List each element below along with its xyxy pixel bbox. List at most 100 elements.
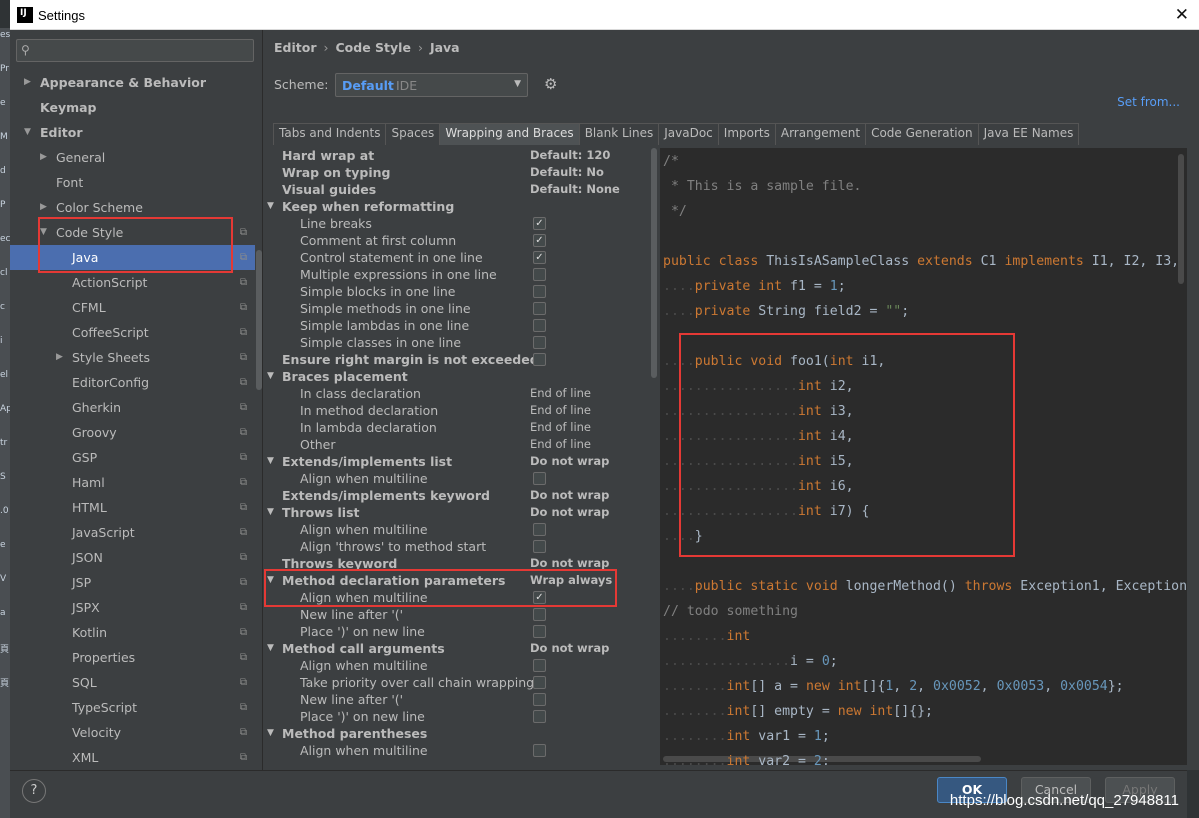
collapse-icon[interactable]: ▼ <box>267 368 274 385</box>
option-checkbox[interactable] <box>533 676 546 689</box>
option-row[interactable]: Simple classes in one line <box>263 334 646 351</box>
option-checkbox[interactable]: ✓ <box>533 217 546 230</box>
option-row[interactable]: In class declaration End of line <box>263 385 646 402</box>
option-row[interactable]: New line after '(' <box>263 606 646 623</box>
option-checkbox[interactable] <box>533 608 546 621</box>
tree-item-sql[interactable]: SQL ⧉ <box>10 670 255 695</box>
option-checkbox[interactable] <box>533 302 546 315</box>
option-row[interactable]: Simple methods in one line <box>263 300 646 317</box>
tab-imports[interactable]: Imports <box>717 123 776 145</box>
tab-java-ee-names[interactable]: Java EE Names <box>977 123 1080 145</box>
collapse-icon[interactable]: ▼ <box>267 504 274 521</box>
tree-item-haml[interactable]: Haml ⧉ <box>10 470 255 495</box>
option-row[interactable]: Multiple expressions in one line <box>263 266 646 283</box>
option-row[interactable]: Place ')' on new line <box>263 623 646 640</box>
option-checkbox[interactable] <box>533 285 546 298</box>
option-checkbox[interactable] <box>533 353 546 366</box>
tab-arrangement[interactable]: Arrangement <box>774 123 867 145</box>
expand-right-icon[interactable]: ▶ <box>24 70 31 95</box>
tree-item-font[interactable]: Font <box>10 170 255 195</box>
option-value[interactable]: End of line <box>530 436 591 453</box>
option-row[interactable]: Align 'throws' to method start <box>263 538 646 555</box>
tab-javadoc[interactable]: JavaDoc <box>658 123 719 145</box>
option-row[interactable]: Place ')' on new line <box>263 708 646 725</box>
option-group-header[interactable]: ▼ Braces placement <box>263 368 646 385</box>
options-scrollbar[interactable] <box>651 148 657 378</box>
option-row[interactable]: Comment at first column ✓ <box>263 232 646 249</box>
option-checkbox[interactable] <box>533 540 546 553</box>
tab-code-generation[interactable]: Code Generation <box>865 123 979 145</box>
option-value[interactable]: End of line <box>530 385 591 402</box>
tab-blank-lines[interactable]: Blank Lines <box>578 123 660 145</box>
collapse-icon[interactable]: ▼ <box>267 640 274 657</box>
tree-item-editor[interactable]: ▼ Editor <box>10 120 255 145</box>
tree-item-actionscript[interactable]: ActionScript ⧉ <box>10 270 255 295</box>
tree-item-gsp[interactable]: GSP ⧉ <box>10 445 255 470</box>
option-row[interactable]: Other End of line <box>263 436 646 453</box>
close-icon[interactable]: ✕ <box>1175 5 1189 25</box>
option-checkbox[interactable] <box>533 625 546 638</box>
tab-spaces[interactable]: Spaces <box>385 123 441 145</box>
option-value[interactable]: Do not wrap <box>530 504 609 521</box>
option-group-header[interactable]: ▼ Keep when reformatting <box>263 198 646 215</box>
collapse-icon[interactable]: ▼ <box>267 198 274 215</box>
tree-item-xml[interactable]: XML ⧉ <box>10 745 255 770</box>
tree-item-jspx[interactable]: JSPX ⧉ <box>10 595 255 620</box>
sidebar-scrollbar[interactable] <box>256 250 262 390</box>
collapse-icon[interactable]: ▼ <box>267 453 274 470</box>
option-value[interactable]: Default: 120 <box>530 147 610 164</box>
option-row[interactable]: In lambda declaration End of line <box>263 419 646 436</box>
option-group-header[interactable]: Ensure right margin is not exceeded <box>263 351 646 368</box>
option-checkbox[interactable] <box>533 472 546 485</box>
expand-down-icon[interactable]: ▼ <box>24 120 31 145</box>
tree-item-cfml[interactable]: CFML ⧉ <box>10 295 255 320</box>
option-group-header[interactable]: ▼ Method parentheses <box>263 725 646 742</box>
option-checkbox[interactable] <box>533 693 546 706</box>
option-checkbox[interactable] <box>533 523 546 536</box>
collapse-icon[interactable]: ▼ <box>267 725 274 742</box>
tree-item-typescript[interactable]: TypeScript ⧉ <box>10 695 255 720</box>
option-row[interactable]: Simple lambdas in one line <box>263 317 646 334</box>
option-row[interactable]: Take priority over call chain wrapping <box>263 674 646 691</box>
option-checkbox[interactable] <box>533 710 546 723</box>
tree-item-groovy[interactable]: Groovy ⧉ <box>10 420 255 445</box>
option-value[interactable]: Default: No <box>530 164 604 181</box>
tree-item-general[interactable]: ▶ General <box>10 145 255 170</box>
option-checkbox[interactable] <box>533 744 546 757</box>
option-group-header[interactable]: ▼ Method call arguments Do not wrap <box>263 640 646 657</box>
tree-item-json[interactable]: JSON ⧉ <box>10 545 255 570</box>
tree-item-appearance-behavior[interactable]: ▶ Appearance & Behavior <box>10 70 255 95</box>
tree-item-properties[interactable]: Properties ⧉ <box>10 645 255 670</box>
option-value[interactable]: Do not wrap <box>530 640 609 657</box>
option-row[interactable]: Line breaks ✓ <box>263 215 646 232</box>
option-checkbox[interactable] <box>533 319 546 332</box>
option-group-header[interactable]: Wrap on typing Default: No <box>263 164 646 181</box>
option-group-header[interactable]: Hard wrap at Default: 120 <box>263 147 646 164</box>
scheme-select[interactable]: Default IDE ▼ <box>335 73 528 97</box>
option-row[interactable]: Control statement in one line ✓ <box>263 249 646 266</box>
option-value[interactable]: End of line <box>530 419 591 436</box>
option-row[interactable]: New line after '(' <box>263 691 646 708</box>
tree-item-gherkin[interactable]: Gherkin ⧉ <box>10 395 255 420</box>
option-value[interactable]: End of line <box>530 402 591 419</box>
option-checkbox[interactable] <box>533 268 546 281</box>
tab-wrapping-and-braces[interactable]: Wrapping and Braces <box>439 123 580 145</box>
option-row[interactable]: Align when multiline <box>263 657 646 674</box>
option-checkbox[interactable]: ✓ <box>533 234 546 247</box>
expand-right-icon[interactable]: ▶ <box>56 345 63 370</box>
option-row[interactable]: In method declaration End of line <box>263 402 646 419</box>
option-row[interactable]: Align when multiline <box>263 521 646 538</box>
tree-item-jsp[interactable]: JSP ⧉ <box>10 570 255 595</box>
option-group-header[interactable]: ▼ Throws list Do not wrap <box>263 504 646 521</box>
option-checkbox[interactable] <box>533 659 546 672</box>
tree-item-javascript[interactable]: JavaScript ⧉ <box>10 520 255 545</box>
expand-right-icon[interactable]: ▶ <box>40 145 47 170</box>
tab-tabs-and-indents[interactable]: Tabs and Indents <box>273 123 387 145</box>
tree-item-keymap[interactable]: Keymap <box>10 95 255 120</box>
set-from-link[interactable]: Set from... <box>1117 95 1180 109</box>
tree-item-coffeescript[interactable]: CoffeeScript ⧉ <box>10 320 255 345</box>
tree-item-html[interactable]: HTML ⧉ <box>10 495 255 520</box>
option-group-header[interactable]: ▼ Extends/implements list Do not wrap <box>263 453 646 470</box>
gear-icon[interactable]: ⚙ <box>544 75 557 93</box>
option-row[interactable]: Align when multiline <box>263 742 646 759</box>
